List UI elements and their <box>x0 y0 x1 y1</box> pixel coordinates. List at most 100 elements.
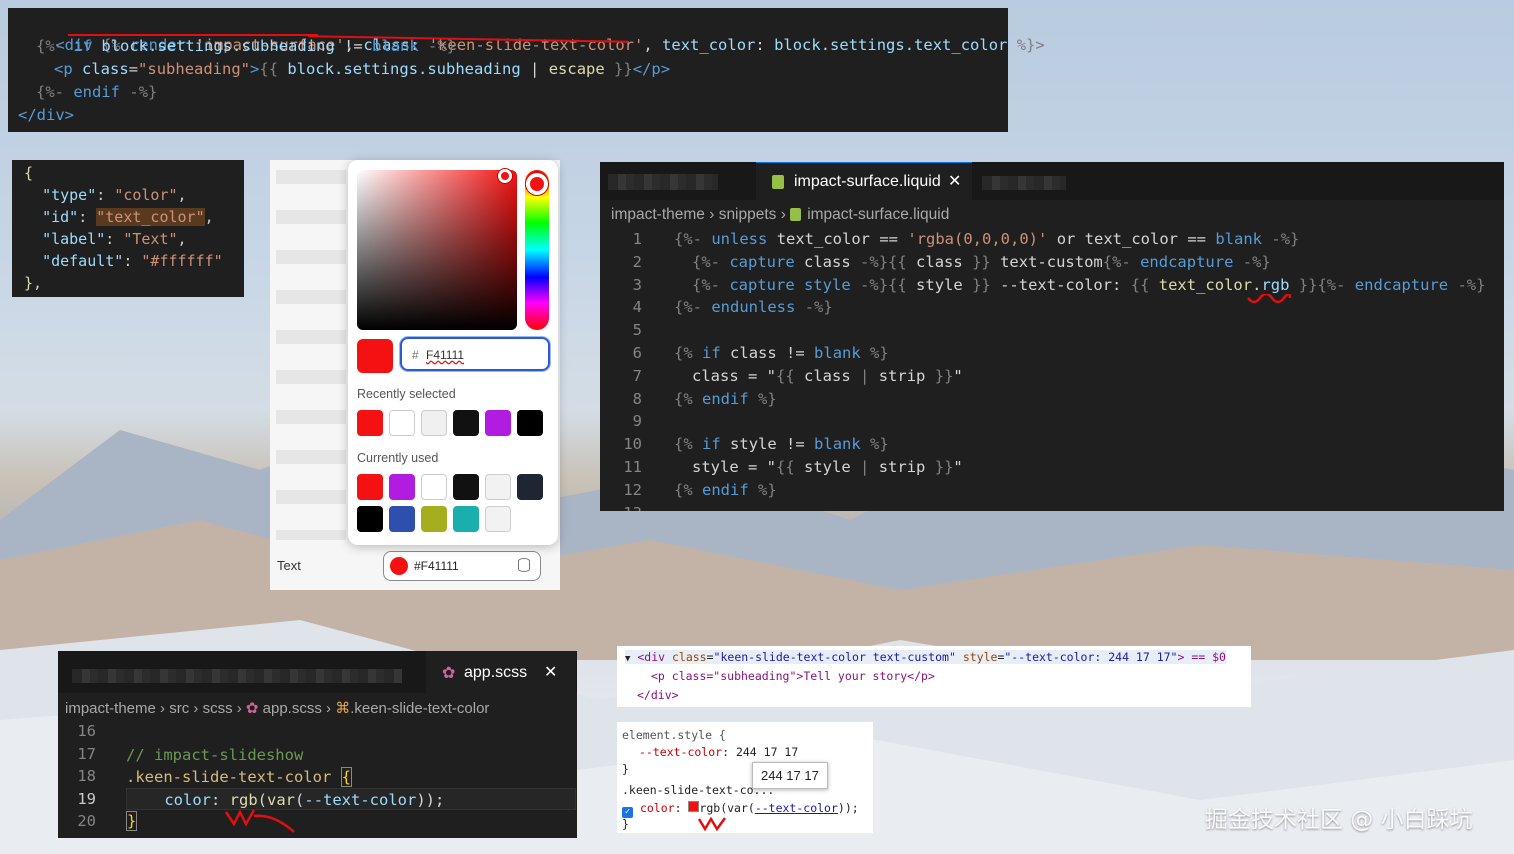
color-swatch[interactable] <box>357 410 383 436</box>
dom-attr: style <box>962 650 998 664</box>
bracket: } <box>126 811 138 831</box>
css-var-value: 244 17 17 <box>735 745 799 759</box>
color-swatch[interactable] <box>517 410 543 436</box>
color-swatch[interactable] <box>453 506 479 532</box>
breadcrumb-item[interactable]: snippets <box>719 206 777 223</box>
dom-attr-value: "keen-slide-text-color text-custom" <box>713 650 956 664</box>
element-style-header: element.style { <box>622 728 726 742</box>
hex-prefix: # <box>412 348 419 362</box>
breadcrumb-item[interactable]: .keen-slide-text-color <box>350 700 489 717</box>
css-property: color <box>164 791 211 809</box>
color-swatch[interactable] <box>389 410 415 436</box>
color-swatch[interactable] <box>453 410 479 436</box>
line-number: 3 <box>632 275 642 294</box>
line-number: 2 <box>632 252 642 271</box>
dom-tag: <div <box>637 650 672 664</box>
code-line: {%- capture class -%}{{ class }} text-cu… <box>692 253 1271 271</box>
dom-node[interactable]: ▼ <div class="keen-slide-text-color text… <box>625 650 1226 664</box>
blurred-settings <box>276 170 346 540</box>
tab-impact-surface[interactable]: impact-surface.liquid ✕ <box>756 162 972 201</box>
line-number: 13 <box>612 502 642 511</box>
hex-value: F41111 <box>426 348 465 362</box>
css-var-name: --text-color <box>304 791 417 809</box>
color-swatch[interactable] <box>485 506 511 532</box>
schema-snippet-panel: { "type": "color", "id": "text_color", "… <box>12 160 244 297</box>
color-dot <box>390 557 408 575</box>
tab-label: impact-surface.liquid <box>794 173 941 190</box>
blurred-tab[interactable] <box>982 176 1066 190</box>
dom-node[interactable]: <p class="subheading">Tell your story</p… <box>651 669 935 683</box>
code-line: color: rgb(var(--text-color)); <box>126 788 576 810</box>
line-number: 12 <box>623 480 642 499</box>
saturation-handle[interactable] <box>498 169 512 183</box>
line-number: 4 <box>632 298 642 317</box>
hue-handle[interactable] <box>526 173 548 195</box>
blurred-tab[interactable] <box>608 174 718 190</box>
tab-app-scss[interactable]: ✿ app.scss ✕ <box>426 651 576 693</box>
close-icon[interactable]: ✕ <box>544 662 557 682</box>
breadcrumb: impact-theme › snippets › impact-surface… <box>611 206 950 223</box>
color-swatch[interactable] <box>453 474 479 500</box>
code-line: {% if class != blank %} <box>674 344 889 362</box>
code-line: <p class="subheading">{{ block.settings.… <box>54 60 671 78</box>
breadcrumb-item[interactable]: scss <box>203 700 233 717</box>
breadcrumb-item[interactable]: impact-surface.liquid <box>807 206 949 223</box>
css-declaration[interactable]: ✓ color: rgb(var(--text-color)); <box>622 801 859 818</box>
currently-used-swatches <box>357 474 557 536</box>
color-swatch[interactable] <box>485 410 511 436</box>
code-line: class = "{{ class | strip }}" <box>692 367 963 385</box>
color-swatch[interactable] <box>688 801 700 812</box>
blurred-tab[interactable] <box>72 669 402 683</box>
shopify-icon <box>772 175 784 189</box>
line-number: 6 <box>632 344 642 362</box>
code-line: {%- capture style -%}{{ style }} --text-… <box>692 276 1486 294</box>
breadcrumb-item[interactable]: impact-theme <box>65 700 156 717</box>
code-line: "type": "color", <box>42 186 187 204</box>
line-number: 19 <box>77 789 96 808</box>
devtools-styles-panel: element.style { --text-color: 244 17 17 … <box>617 722 873 833</box>
line-number: 5 <box>632 321 642 340</box>
text-color-field[interactable]: #F41111 <box>383 551 541 581</box>
code-comment: // impact-slideshow <box>126 746 304 764</box>
css-var-link[interactable]: --text-color <box>755 801 838 815</box>
color-swatch[interactable] <box>421 506 447 532</box>
dom-attr-value: "--text-color: 244 17 17" <box>1004 650 1178 664</box>
color-swatch[interactable] <box>517 474 543 500</box>
saturation-area[interactable] <box>357 170 517 330</box>
rule-close: } <box>622 762 629 776</box>
color-swatch[interactable] <box>421 474 447 500</box>
css-declaration[interactable]: --text-color: 244 17 17 <box>639 745 798 759</box>
color-swatch[interactable] <box>389 474 415 500</box>
line-number: 8 <box>632 389 642 408</box>
color-swatch[interactable] <box>389 506 415 532</box>
close-icon[interactable]: ✕ <box>948 171 961 191</box>
dom-node[interactable]: </div> <box>637 688 679 702</box>
line-number: 11 <box>623 458 642 476</box>
code-line: } <box>126 810 138 832</box>
breadcrumb-item[interactable]: app.scss <box>263 700 322 717</box>
tab-label: app.scss <box>464 664 528 681</box>
color-swatch[interactable] <box>357 506 383 532</box>
hex-input[interactable]: # F41111 <box>400 337 550 371</box>
code-line: {%- endunless -%} <box>674 298 833 316</box>
recently-selected-swatches <box>357 410 557 440</box>
breadcrumb-item[interactable]: impact-theme <box>611 206 705 223</box>
line-number: 16 <box>77 722 96 740</box>
dom-attr: class <box>671 650 707 664</box>
color-value: #F41111 <box>414 559 459 573</box>
currently-used-label: Currently used <box>357 451 439 465</box>
color-swatch[interactable] <box>421 410 447 436</box>
color-swatch[interactable] <box>485 474 511 500</box>
line-number: 10 <box>623 435 642 454</box>
shopify-icon <box>790 208 802 221</box>
recently-selected-label: Recently selected <box>357 387 456 401</box>
css-property: color <box>639 801 675 815</box>
code-line: {% endif %} <box>674 390 777 408</box>
code-line: style = "{{ style | strip }}" <box>692 458 963 476</box>
text-field-label: Text <box>277 558 301 573</box>
line-number: 18 <box>77 767 96 785</box>
breadcrumb-item[interactable]: src <box>169 700 189 717</box>
color-swatch[interactable] <box>357 474 383 500</box>
code-line: }, <box>24 274 43 292</box>
database-icon[interactable] <box>518 558 530 572</box>
